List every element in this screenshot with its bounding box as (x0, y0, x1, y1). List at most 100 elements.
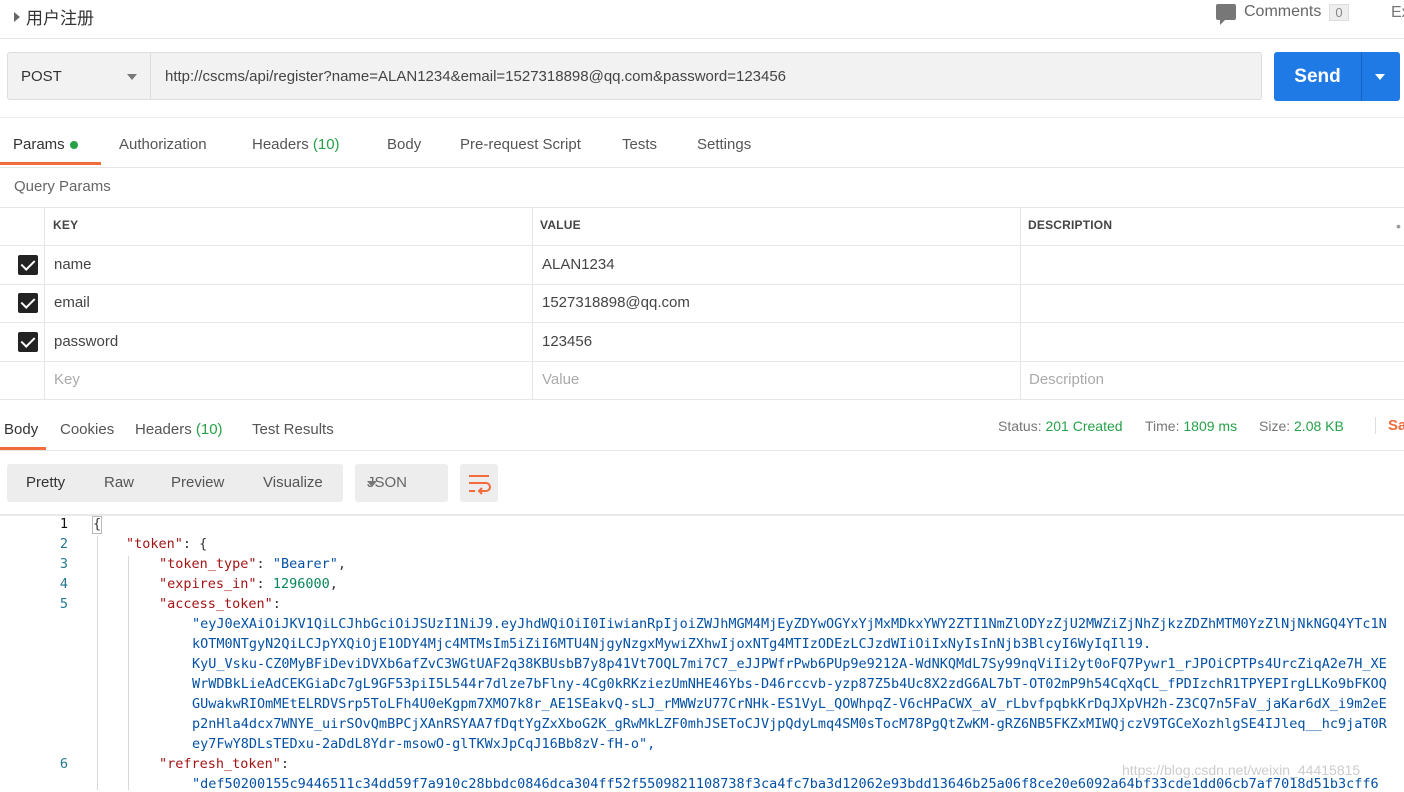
tab-authorization[interactable]: Authorization (119, 136, 207, 153)
active-tab-indicator (0, 162, 101, 165)
column-header-key: KEY (53, 218, 79, 232)
time-label: Time: (1145, 418, 1180, 434)
size-label: Size: (1259, 418, 1291, 434)
column-divider (532, 207, 533, 400)
new-description-input[interactable]: Description (1029, 371, 1104, 388)
new-key-input[interactable]: Key (54, 371, 80, 388)
response-tab-headers-label: Headers (135, 421, 192, 438)
view-mode-pretty[interactable]: Pretty (26, 474, 65, 491)
wrap-lines-icon (469, 475, 491, 495)
view-mode-visualize[interactable]: Visualize (263, 474, 323, 491)
param-key[interactable]: name (54, 256, 92, 273)
column-divider (1020, 207, 1021, 400)
code-line: { (93, 516, 102, 532)
line-number: 4 (59, 576, 68, 592)
json-key: "access_token" (159, 596, 273, 612)
code-line: kOTM0NTgyN2QiLCJpYXQiOjE1ODY4Mjc4MTMsIm5… (192, 636, 1152, 652)
response-tab-cookies[interactable]: Cookies (60, 421, 114, 438)
param-key[interactable]: password (54, 333, 118, 350)
row-checkbox-email[interactable] (18, 293, 38, 313)
response-tabs-border (0, 450, 1404, 451)
json-number: 1296000 (272, 576, 330, 592)
indent-guide (97, 536, 98, 790)
request-name[interactable]: 用户注册 (14, 4, 94, 29)
chevron-down-icon (127, 74, 137, 80)
query-params-title: Query Params (14, 178, 111, 195)
size-value: 2.08 KB (1294, 418, 1344, 434)
request-tabs: Params Authorization Headers (10) Body P… (0, 117, 1404, 168)
view-mode-switcher: Pretty Raw Preview Visualize (7, 464, 343, 502)
method-value: POST (21, 67, 62, 85)
tab-headers-count: (10) (312, 136, 340, 153)
url-input[interactable]: http://cscms/api/register?name=ALAN1234&… (150, 52, 1262, 100)
size-info: Size: 2.08 KB (1259, 418, 1344, 434)
line-number: 2 (59, 536, 68, 552)
table-header-border (0, 245, 1404, 246)
param-value[interactable]: 1527318898@qq.com (542, 294, 690, 311)
column-divider (44, 207, 45, 400)
row-divider (0, 322, 1404, 323)
code-line: "refresh_token": (159, 756, 290, 772)
code-line: "expires_in": 1296000, (159, 576, 338, 592)
line-number: 5 (59, 596, 68, 612)
code-line: WrWDBkLieAdCEKGiaDc7gL9GF53piI5L544r7dlz… (192, 676, 1387, 692)
request-name-label: 用户注册 (26, 9, 94, 28)
tab-params[interactable]: Params (13, 136, 78, 153)
json-string: "Bearer" (272, 556, 338, 572)
format-select[interactable]: JSON (355, 464, 448, 502)
json-key: "token" (126, 536, 183, 552)
tab-tests[interactable]: Tests (622, 136, 657, 153)
examples-button[interactable]: Ex (1391, 4, 1404, 22)
param-value[interactable]: 123456 (542, 333, 592, 350)
json-key: "refresh_token" (159, 756, 281, 772)
comment-icon (1216, 4, 1236, 25)
save-response-button[interactable]: Save (1375, 417, 1404, 434)
send-button[interactable]: Send (1274, 66, 1361, 88)
send-button-group: Send (1274, 52, 1400, 101)
url-value: http://cscms/api/register?name=ALAN1234&… (165, 67, 787, 85)
send-divider (1361, 52, 1362, 101)
row-checkbox-name[interactable] (18, 255, 38, 275)
status-value: 201 Created (1045, 418, 1123, 434)
more-options-icon[interactable]: • (1396, 218, 1401, 234)
row-checkbox-password[interactable] (18, 332, 38, 352)
watermark: https://blog.csdn.net/weixin_44415815 (1122, 762, 1361, 778)
tab-body[interactable]: Body (387, 136, 421, 153)
column-header-value: VALUE (540, 218, 581, 232)
code-line: p2nHla4dcx7WNYE_uirSOvQmBPCjXAnRSYAA7fDq… (192, 716, 1387, 732)
response-tab-test-results[interactable]: Test Results (252, 421, 334, 438)
code-line: "access_token": (159, 596, 281, 612)
comments-label: Comments (1244, 3, 1322, 20)
tab-settings[interactable]: Settings (697, 136, 751, 153)
send-options-chevron-icon[interactable] (1375, 73, 1385, 80)
time-info: Time: 1809 ms (1145, 418, 1237, 434)
code-line: "eyJ0eXAiOiJKV1QiLCJhbGciOiJSUzI1NiJ9.ey… (192, 616, 1387, 632)
params-active-dot-icon (69, 141, 78, 150)
code-line: KyU_Vsku-CZ0MyBFiDeviDVXb6afZvC3WGtUAF2q… (192, 656, 1387, 672)
response-tab-headers[interactable]: Headers (10) (135, 421, 223, 438)
new-value-input[interactable]: Value (542, 371, 579, 388)
param-value[interactable]: ALAN1234 (542, 256, 615, 273)
view-mode-preview[interactable]: Preview (171, 474, 224, 491)
comments-button[interactable]: Comments 0 (1216, 3, 1349, 25)
method-select[interactable]: POST (7, 52, 150, 100)
tab-headers[interactable]: Headers (10) (252, 136, 340, 153)
response-tab-headers-count: (10) (195, 421, 223, 438)
tab-pre-request-script[interactable]: Pre-request Script (460, 136, 581, 153)
comments-count: 0 (1329, 3, 1349, 21)
wrap-lines-button[interactable] (460, 464, 498, 502)
param-key[interactable]: email (54, 294, 90, 311)
tab-params-label: Params (13, 136, 65, 153)
json-key: "expires_in" (159, 576, 257, 592)
top-bar (0, 0, 1404, 39)
response-tab-body[interactable]: Body (4, 421, 38, 438)
code-editor-top-border (0, 514, 1404, 516)
expand-arrow-icon[interactable] (14, 11, 20, 22)
row-divider (0, 284, 1404, 285)
line-number: 3 (59, 556, 68, 572)
row-divider (0, 361, 1404, 362)
code-line: "token": { (126, 536, 208, 552)
view-mode-raw[interactable]: Raw (104, 474, 134, 491)
code-line: ey7FwY8DLsTEDxu-2aDdL8Ydr-msowO-glTKWxJp… (192, 736, 656, 752)
status-info: Status: 201 Created (998, 418, 1123, 434)
